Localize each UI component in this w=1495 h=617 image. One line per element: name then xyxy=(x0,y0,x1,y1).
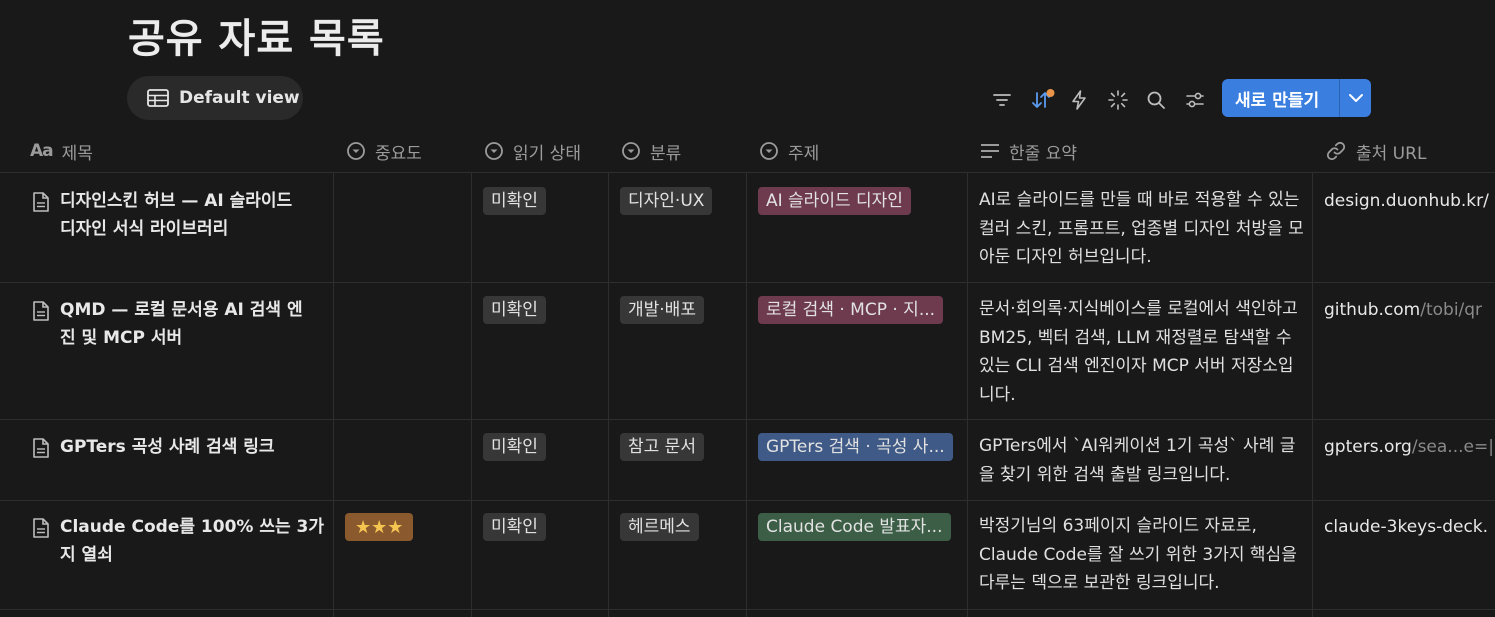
row-title-line: 지 열쇠 xyxy=(60,545,113,565)
topic-cell[interactable]: AI 슬라이드 디자인 xyxy=(758,187,958,219)
url-host[interactable]: github.com xyxy=(1324,300,1420,320)
category-cell[interactable]: 디자인·UX xyxy=(620,187,713,219)
chevron-down-icon xyxy=(1348,94,1363,102)
status-badge: 미확인 xyxy=(483,187,546,215)
summary-cell[interactable]: GPTers에서 `AI워케이션 1기 곡성` 사례 글을 찾기 위한 검색 출… xyxy=(979,432,1304,489)
summary-text: AI로 슬라이드를 만들 때 바로 적용할 수 있는 컬러 스킨, 프롬프트, … xyxy=(979,190,1304,267)
page-icon xyxy=(33,192,49,212)
category-cell[interactable]: 헤르메스 xyxy=(620,513,699,545)
url-path[interactable]: /sea...e=| xyxy=(1412,437,1494,457)
url-host[interactable]: design.duonhub.kr/ xyxy=(1324,191,1489,211)
topic-badge: Claude Code 발표자... xyxy=(758,513,951,541)
category-badge: 헤르메스 xyxy=(620,513,699,541)
row-title-line: GPTers 곡성 사례 검색 링크 xyxy=(60,437,275,457)
column-header-label: 한줄 요약 xyxy=(1009,143,1077,164)
row-title-line: QMD — 로컬 문서용 AI 검색 엔 xyxy=(60,300,303,320)
table-row[interactable]: GPTers 곡성 사례 검색 링크 미확인 참고 문서 GPTers 검색 ·… xyxy=(0,420,1495,501)
sparkle-icon[interactable] xyxy=(1107,89,1129,111)
lightning-icon[interactable] xyxy=(1068,89,1090,111)
summary-cell[interactable]: 박정기님의 63페이지 슬라이드 자료로, Claude Code를 잘 쓰기 … xyxy=(979,512,1304,598)
text-lines-icon xyxy=(981,144,999,158)
select-icon xyxy=(485,142,503,160)
select-icon xyxy=(760,142,778,160)
table-header: Aa 제목 중요도 읽기 상태 분류 주제 한줄 요약 출처 URL xyxy=(0,130,1495,173)
link-icon xyxy=(1326,141,1346,161)
topic-badge: 로컬 검색 · MCP · 지... xyxy=(758,296,944,324)
column-header-label: 중요도 xyxy=(375,143,422,164)
new-item-label: 새로 만들기 xyxy=(1235,90,1320,111)
row-title-line: 진 및 MCP 서버 xyxy=(60,328,183,348)
settings-sliders-icon[interactable] xyxy=(1184,89,1206,111)
row-title-cell[interactable]: 디자인스킨 허브 — AI 슬라이드디자인 서식 라이브러리 xyxy=(32,187,327,243)
new-item-button[interactable]: 새로 만들기 xyxy=(1222,79,1371,117)
sort-icon[interactable] xyxy=(1030,89,1056,111)
category-cell[interactable]: 개발·배포 xyxy=(620,296,704,328)
column-header-label: 제목 xyxy=(61,143,93,164)
column-header-importance[interactable]: 중요도 xyxy=(346,130,422,172)
column-header-title[interactable]: Aa 제목 xyxy=(30,130,93,172)
category-cell[interactable]: 참고 문서 xyxy=(620,433,704,465)
row-title-cell[interactable]: GPTers 곡성 사례 검색 링크 xyxy=(32,433,327,461)
column-header-source-url[interactable]: 출처 URL xyxy=(1325,130,1426,172)
summary-text: 문서·회의록·지식베이스를 로컬에서 색인하고 BM25, 벡터 검색, LLM… xyxy=(979,299,1298,405)
table-row[interactable]: 디자인스킨 허브 — AI 슬라이드디자인 서식 라이브러리 미확인 디자인·U… xyxy=(0,173,1495,283)
topic-cell[interactable]: GPTers 검색 · 곡성 사... xyxy=(758,433,958,465)
source-url-cell[interactable]: claude-3keys-deck. xyxy=(1324,513,1495,541)
new-item-dropdown[interactable] xyxy=(1340,93,1371,103)
page-icon xyxy=(33,438,49,458)
select-icon xyxy=(622,142,640,160)
source-url-cell[interactable]: design.duonhub.kr/ xyxy=(1324,187,1495,215)
read-status-cell[interactable]: 미확인 xyxy=(483,433,546,465)
status-badge: 미확인 xyxy=(483,433,546,461)
category-badge: 디자인·UX xyxy=(620,187,713,215)
page-icon xyxy=(33,301,49,321)
row-title-line: Claude Code를 100% 쓰는 3가 xyxy=(60,517,325,537)
read-status-cell[interactable]: 미확인 xyxy=(483,296,546,328)
filter-icon[interactable] xyxy=(991,89,1013,111)
topic-cell[interactable]: 로컬 검색 · MCP · 지... xyxy=(758,296,958,328)
column-header-label: 주제 xyxy=(788,143,820,164)
column-header-label: 출처 URL xyxy=(1356,143,1427,164)
summary-text: GPTers에서 `AI워케이션 1기 곡성` 사례 글을 찾기 위한 검색 출… xyxy=(979,436,1296,485)
select-icon xyxy=(347,142,365,160)
url-host[interactable]: gpters.org xyxy=(1324,437,1412,457)
read-status-cell[interactable]: 미확인 xyxy=(483,187,546,219)
table-row[interactable]: QMD — 로컬 문서용 AI 검색 엔진 및 MCP 서버 미확인 개발·배포… xyxy=(0,283,1495,420)
row-title-line: 디자인 서식 라이브러리 xyxy=(60,219,229,239)
category-badge: 참고 문서 xyxy=(620,433,704,461)
page-title: 공유 자료 목록 xyxy=(128,16,385,62)
status-badge: 미확인 xyxy=(483,296,546,324)
summary-cell[interactable]: 문서·회의록·지식베이스를 로컬에서 색인하고 BM25, 벡터 검색, LLM… xyxy=(979,295,1304,409)
page-icon xyxy=(33,518,49,538)
column-header-label: 읽기 상태 xyxy=(513,143,581,164)
source-url-cell[interactable]: gpters.org/sea...e=| xyxy=(1324,433,1495,461)
row-title-cell[interactable]: Claude Code를 100% 쓰는 3가지 열쇠 xyxy=(32,513,327,569)
topic-badge: AI 슬라이드 디자인 xyxy=(758,187,911,215)
column-header-summary[interactable]: 한줄 요약 xyxy=(980,130,1077,172)
topic-cell[interactable]: Claude Code 발표자... xyxy=(758,513,958,545)
column-header-category[interactable]: 분류 xyxy=(621,130,681,172)
table-row[interactable]: Claude Code를 100% 쓰는 3가지 열쇠 ★★★ 미확인 헤르메스… xyxy=(0,501,1495,610)
read-status-cell[interactable]: 미확인 xyxy=(483,513,546,545)
column-header-read-status[interactable]: 읽기 상태 xyxy=(484,130,581,172)
url-host[interactable]: claude-3keys-deck. xyxy=(1324,517,1488,537)
topic-badge: GPTers 검색 · 곡성 사... xyxy=(758,433,953,461)
search-icon[interactable] xyxy=(1145,89,1167,111)
importance-stars: ★★★ xyxy=(345,513,414,541)
importance-cell[interactable]: ★★★ xyxy=(345,513,414,541)
source-url-cell[interactable]: github.com/tobi/qr xyxy=(1324,296,1495,324)
title-text-icon: Aa xyxy=(30,141,54,161)
row-title-line: 디자인스킨 허브 — AI 슬라이드 xyxy=(60,191,293,211)
url-path[interactable]: /tobi/qr xyxy=(1420,300,1482,320)
summary-cell[interactable]: AI로 슬라이드를 만들 때 바로 적용할 수 있는 컬러 스킨, 프롬프트, … xyxy=(979,186,1304,272)
status-badge: 미확인 xyxy=(483,513,546,541)
row-title-cell[interactable]: QMD — 로컬 문서용 AI 검색 엔진 및 MCP 서버 xyxy=(32,296,327,352)
summary-text: 박정기님의 63페이지 슬라이드 자료로, Claude Code를 잘 쓰기 … xyxy=(979,516,1297,593)
category-badge: 개발·배포 xyxy=(620,296,704,324)
column-header-label: 분류 xyxy=(650,143,682,164)
column-header-topic[interactable]: 주제 xyxy=(759,130,819,172)
